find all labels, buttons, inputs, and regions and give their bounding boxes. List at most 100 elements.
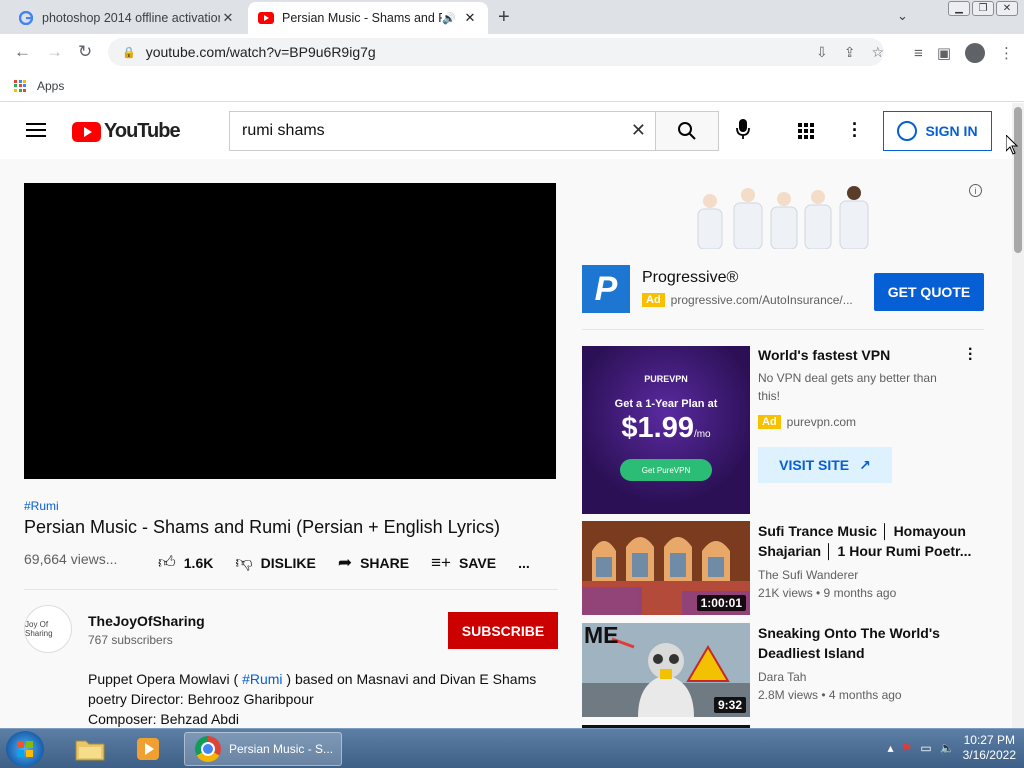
ad-url[interactable]: progressive.com/AutoInsurance/...	[671, 293, 853, 307]
more-actions-button[interactable]: ...	[518, 555, 530, 571]
desc-text: Composer: Behzad Abdi	[88, 711, 239, 727]
search-input[interactable]: rumi shams ✕	[229, 111, 656, 151]
page-scrollbar[interactable]	[1012, 103, 1024, 728]
action-center-icon[interactable]: ⚑	[902, 741, 913, 755]
vpn-price-unit: /mo	[693, 429, 711, 440]
vpn-more-icon[interactable]: · · ·	[968, 342, 973, 368]
save-button[interactable]: ≡+ SAVE	[431, 553, 496, 573]
ad-subline: Ad progressive.com/AutoInsurance/...	[642, 293, 853, 307]
ad-info-icon[interactable]: i	[969, 184, 982, 197]
desc-text: ) based on Masnavi and Divan E Shams	[282, 671, 537, 687]
new-tab-button[interactable]: +	[498, 6, 510, 29]
vpn-price: $1.99/mo	[582, 412, 750, 445]
vpn-domain[interactable]: purevpn.com	[787, 415, 856, 429]
logo-text: YouTube	[104, 120, 181, 142]
mouse-cursor-icon	[1006, 135, 1018, 155]
yt-apps-icon[interactable]	[798, 123, 814, 139]
media-player-taskbar-button[interactable]	[128, 732, 168, 766]
rec-title[interactable]: Sufi Trance Music │ Homayoun Shajarian │…	[758, 521, 973, 561]
show-hidden-icons[interactable]: ▴	[888, 741, 894, 755]
get-quote-button[interactable]: GET QUOTE	[874, 273, 984, 311]
channel-name[interactable]: TheJoyOfSharing	[88, 613, 205, 629]
start-button[interactable]	[6, 731, 44, 767]
browser-toolbar: ← → ↻ 🔒 youtube.com/watch?v=BP9u6R9ig7g …	[0, 34, 1024, 70]
microphone-icon[interactable]	[736, 119, 750, 144]
install-icon[interactable]: ⇩	[816, 44, 828, 61]
media-controls-icon[interactable]: ≡	[914, 45, 923, 62]
progressive-logo[interactable]: P	[582, 265, 630, 313]
chrome-menu-icon[interactable]: ⋮	[999, 44, 1014, 62]
rec-channel[interactable]: Dara Tah	[758, 670, 806, 684]
video-player[interactable]	[24, 183, 556, 479]
forward-icon[interactable]: →	[46, 42, 63, 62]
vpn-ad-thumbnail[interactable]: PUREVPN Get a 1-Year Plan at $1.99/mo Ge…	[582, 346, 750, 514]
sign-in-button[interactable]: SIGN IN	[883, 111, 992, 151]
close-tab-icon[interactable]: ✕	[220, 10, 236, 26]
sign-in-label: SIGN IN	[925, 123, 978, 139]
explorer-taskbar-button[interactable]	[70, 732, 110, 766]
window-controls: ▁ ❐ ✕	[948, 1, 1018, 16]
subscribe-button[interactable]: SUBSCRIBE	[448, 612, 558, 649]
tab-title: Persian Music - Shams and R	[282, 11, 443, 25]
dislike-button[interactable]: 👎︎ DISLIKE	[235, 552, 316, 573]
scrollbar-thumb[interactable]	[1014, 107, 1022, 253]
youtube-logo[interactable]: YouTube	[72, 120, 181, 143]
side-panel-icon[interactable]: ▣	[937, 44, 951, 62]
tab-youtube[interactable]: Persian Music - Shams and R 🔊 ✕	[248, 2, 488, 34]
rec-thumbnail[interactable]: 1:00:01	[582, 521, 750, 615]
browser-tab-strip: photoshop 2014 offline activation ✕ Pers…	[0, 0, 1024, 34]
back-icon[interactable]: ←	[14, 42, 31, 62]
search-button[interactable]	[655, 111, 719, 151]
youtube-icon	[258, 10, 274, 26]
rec-meta: 2.8M views • 4 months ago	[758, 688, 902, 702]
system-tray: ▴ ⚑ ▭ 🔈 10:27 PM 3/16/2022	[888, 733, 1016, 763]
volume-icon[interactable]: 🔈	[940, 741, 955, 755]
vpn-ad-description: No VPN deal gets any better than this!	[758, 371, 937, 403]
search-icon	[678, 122, 696, 140]
speaker-icon[interactable]: 🔊	[442, 12, 456, 25]
thumbs-down-icon: 👎︎	[235, 553, 253, 572]
desc-hashtag-link[interactable]: #Rumi	[242, 671, 282, 687]
dislike-label: DISLIKE	[260, 554, 316, 571]
restore-icon[interactable]: ❐	[972, 1, 994, 16]
lock-icon[interactable]: 🔒	[122, 46, 136, 59]
address-bar[interactable]: 🔒 youtube.com/watch?v=BP9u6R9ig7g	[108, 38, 884, 66]
tab-google-search[interactable]: photoshop 2014 offline activation ✕	[8, 2, 246, 34]
divider	[24, 589, 558, 590]
profile-icon[interactable]	[965, 43, 985, 63]
tab-search-icon[interactable]: ⌄	[897, 8, 908, 24]
ad-banner-image[interactable]	[676, 181, 880, 249]
video-duration: 1:00:01	[696, 595, 746, 611]
visit-site-button[interactable]: VISIT SITE ↗	[758, 447, 892, 483]
share-icon[interactable]: ⇪	[844, 44, 856, 61]
apps-bookmark[interactable]: Apps	[37, 79, 64, 93]
minimize-icon[interactable]: ▁	[948, 1, 970, 16]
url-text: youtube.com/watch?v=BP9u6R9ig7g	[145, 44, 376, 60]
close-window-icon[interactable]: ✕	[996, 1, 1018, 16]
share-arrow-icon: ➦	[337, 552, 353, 572]
like-button[interactable]: 👍︎ 1.6K	[158, 552, 213, 573]
menu-icon[interactable]	[26, 123, 46, 141]
rec-channel[interactable]: The Sufi Wanderer	[758, 568, 858, 582]
share-button[interactable]: ➦ SHARE	[338, 553, 409, 573]
vpn-ad-title[interactable]: World's fastest VPN	[758, 347, 890, 363]
apps-icon[interactable]	[14, 79, 26, 92]
rec-title[interactable]: Sneaking Onto The World's Deadliest Isla…	[758, 623, 973, 663]
clear-search-icon[interactable]: ✕	[631, 120, 646, 141]
settings-kebab-icon[interactable]: · · ·	[852, 115, 858, 145]
ad-advertiser-name[interactable]: Progressive®	[642, 269, 738, 287]
system-clock[interactable]: 10:27 PM 3/16/2022	[963, 733, 1016, 763]
video-actions: 👍︎ 1.6K 👎︎ DISLIKE ➦ SHARE ≡+ SAVE ...	[158, 552, 552, 573]
channel-avatar[interactable]: Joy Of Sharing	[24, 605, 72, 653]
bookmark-star-icon[interactable]: ☆	[871, 44, 884, 61]
rec-meta: 21K views • 9 months ago	[758, 586, 897, 600]
video-hashtag[interactable]: #Rumi	[24, 499, 59, 513]
video-description: Puppet Opera Mowlavi ( #Rumi ) based on …	[88, 669, 548, 728]
reload-icon[interactable]: ↻	[78, 42, 92, 62]
chrome-taskbar-button[interactable]: Persian Music - S...	[184, 732, 342, 766]
close-tab-icon[interactable]: ✕	[462, 10, 478, 26]
subscriber-count: 767 subscribers	[88, 633, 173, 647]
view-count[interactable]: 69,664 views...	[24, 551, 117, 567]
rec-thumbnail[interactable]: ME 9:32	[582, 623, 750, 717]
network-icon[interactable]: ▭	[920, 741, 931, 755]
